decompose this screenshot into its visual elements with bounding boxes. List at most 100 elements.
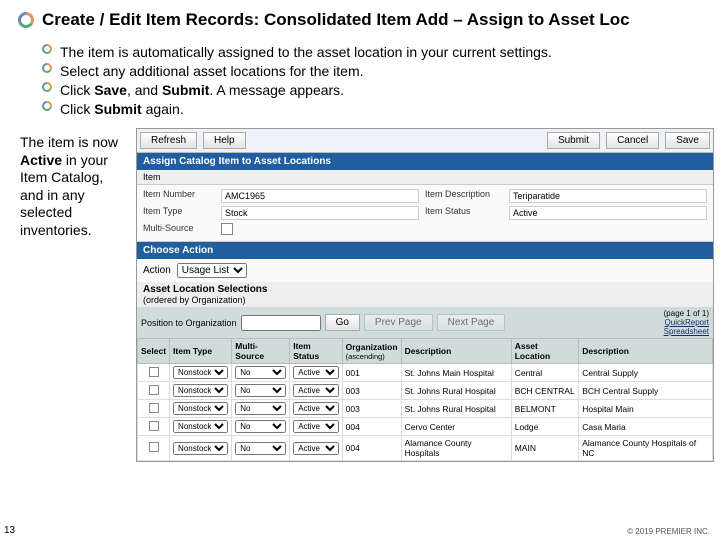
item-type-field: Stock [221,206,419,220]
row-asset: Lodge [511,418,579,436]
row-type-select[interactable]: Nonstock [173,402,228,415]
help-button[interactable]: Help [203,132,246,149]
section-item: Item [137,170,713,185]
row-status-select[interactable]: Active [293,366,338,379]
prev-page-button[interactable]: Prev Page [364,314,433,331]
row-select-checkbox[interactable] [149,367,159,377]
row-select-checkbox[interactable] [149,421,159,431]
row-desc: St. Johns Rural Hospital [401,400,511,418]
row-org: 001 [342,364,401,382]
side-note: The item is now Active in your Item Cata… [20,128,128,462]
row-desc: St. Johns Rural Hospital [401,382,511,400]
cancel-button[interactable]: Cancel [606,132,659,149]
row-type-select[interactable]: Nonstock [173,366,228,379]
choose-action-bar: Choose Action [137,242,713,259]
item-status-field: Active [509,206,707,220]
spreadsheet-link[interactable]: Spreadsheet [664,327,709,336]
save-button[interactable]: Save [665,132,710,149]
row-org: 004 [342,418,401,436]
row-status-select[interactable]: Active [293,442,338,455]
row-multi-select[interactable]: No [235,442,286,455]
bullet-icon [42,44,52,54]
col-item-type: Item Type [170,339,232,364]
table-row: NonstockNoActive004Alamance County Hospi… [138,436,713,461]
row-status-select[interactable]: Active [293,420,338,433]
app-screenshot: Refresh Help Submit Cancel Save Assign C… [136,128,714,462]
row-multi-select[interactable]: No [235,402,286,415]
multi-source-label: Multi-Source [143,223,215,237]
toolbar: Refresh Help Submit Cancel Save [137,129,713,153]
bullet-icon [42,63,52,73]
table-row: Nonstock No Active 003St. Johns Rural Hospi… [138,400,713,418]
item-number-field: AMC1965 [221,189,419,203]
row-org: 003 [342,400,401,418]
row-desc: Cervo Center [401,418,511,436]
row-type-select[interactable]: Nonstock [173,420,228,433]
row-adesc: Casa Maria [579,418,713,436]
panel-title: Assign Catalog Item to Asset Locations [137,153,713,170]
action-select[interactable]: Usage List [177,263,247,278]
col-org: Organization(ascending) [342,339,401,364]
row-adesc: Central Supply [579,364,713,382]
row-select-checkbox[interactable] [149,442,159,452]
item-desc-label: Item Description [425,189,503,203]
selections-header: Asset Location Selections(ordered by Org… [137,282,713,307]
row-adesc: Hospital Main [579,400,713,418]
multi-source-checkbox[interactable] [221,223,233,235]
table-row: Nonstock No Active 003St. Johns Rural Hospi… [138,382,713,400]
quickreport-link[interactable]: QuickReport [664,318,709,327]
table-row: Nonstock No Active 004Cervo CenterLodgeCasa… [138,418,713,436]
submit-button[interactable]: Submit [547,132,600,149]
go-button[interactable]: Go [325,314,360,331]
logo-icon [18,12,34,28]
bullet-icon [42,82,52,92]
row-adesc: Alamance County Hospitals of NC [579,436,713,461]
row-adesc: BCH Central Supply [579,382,713,400]
item-status-label: Item Status [425,206,503,220]
row-status-select[interactable]: Active [293,384,338,397]
bullet-list: The item is automatically assigned to th… [0,36,720,126]
row-multi-select[interactable]: No [235,420,286,433]
row-asset: MAIN [511,436,579,461]
item-desc-field: Teriparatide [509,189,707,203]
col-select: Select [138,339,170,364]
position-input[interactable] [241,315,321,331]
row-asset: BCH CENTRAL [511,382,579,400]
page-title: Create / Edit Item Records: Consolidated… [42,10,630,30]
list-item: Click Save, and Submit. A message appear… [42,82,700,98]
col-desc: Description [401,339,511,364]
row-multi-select[interactable]: No [235,366,286,379]
page-indicator: (page 1 of 1) [664,309,709,318]
col-asset: Asset Location [511,339,579,364]
page-number: 13 [4,525,15,536]
position-label: Position to Organization [141,318,237,328]
asset-table: Select Item Type Multi-Source Item Statu… [137,338,713,461]
table-row: Nonstock No Active 001St. Johns Main Hospit… [138,364,713,382]
row-type-select[interactable]: Nonstock [173,384,228,397]
col-multi: Multi-Source [232,339,290,364]
bullet-icon [42,101,52,111]
refresh-button[interactable]: Refresh [140,132,197,149]
col-adesc: Description [579,339,713,364]
list-item: Select any additional asset locations fo… [42,63,700,79]
copyright: © 2019 PREMIER INC. [627,527,710,536]
row-select-checkbox[interactable] [149,385,159,395]
pager: Position to Organization Go Prev Page Ne… [137,307,713,338]
row-multi-select[interactable]: No [235,384,286,397]
row-org: 003 [342,382,401,400]
item-type-label: Item Type [143,206,215,220]
row-org: 004 [342,436,401,461]
item-number-label: Item Number [143,189,215,203]
row-desc: Alamance County Hospitals [401,436,511,461]
action-label: Action [143,265,171,276]
row-type-select[interactable]: Nonstock [173,442,228,455]
row-status-select[interactable]: Active [293,402,338,415]
form-grid: Item Number AMC1965 Item Description Ter… [137,185,713,242]
col-status: Item Status [290,339,342,364]
row-select-checkbox[interactable] [149,403,159,413]
row-asset: BELMONT [511,400,579,418]
next-page-button[interactable]: Next Page [437,314,506,331]
row-desc: St. Johns Main Hospital [401,364,511,382]
list-item: The item is automatically assigned to th… [42,44,700,60]
row-asset: Central [511,364,579,382]
